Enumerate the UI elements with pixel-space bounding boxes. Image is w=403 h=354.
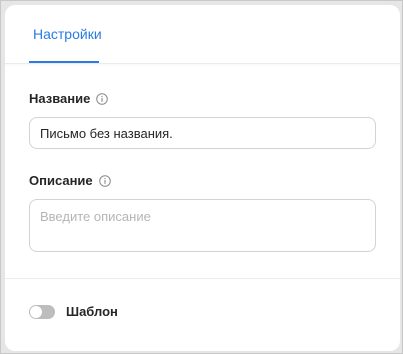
description-textarea[interactable] bbox=[29, 199, 376, 252]
name-field-label: Название bbox=[29, 91, 109, 106]
description-label-text: Описание bbox=[29, 173, 93, 188]
name-input[interactable] bbox=[29, 117, 376, 149]
template-toggle-label: Шаблон bbox=[66, 304, 118, 319]
description-field-label: Описание bbox=[29, 173, 111, 188]
template-toggle-row: Шаблон bbox=[29, 304, 118, 319]
info-icon[interactable] bbox=[98, 174, 111, 187]
settings-panel: Настройки Название Описание bbox=[5, 5, 400, 351]
toggle-knob bbox=[30, 305, 42, 318]
name-label-text: Название bbox=[29, 91, 91, 106]
tab-settings[interactable]: Настройки bbox=[29, 5, 106, 63]
info-icon[interactable] bbox=[96, 92, 109, 105]
window-frame: Настройки Название Описание bbox=[0, 0, 403, 354]
tab-bar: Настройки bbox=[5, 5, 400, 64]
template-toggle-switch[interactable] bbox=[29, 304, 55, 319]
tab-settings-label: Настройки bbox=[33, 26, 102, 42]
section-divider bbox=[5, 278, 400, 279]
active-tab-indicator bbox=[29, 61, 99, 63]
